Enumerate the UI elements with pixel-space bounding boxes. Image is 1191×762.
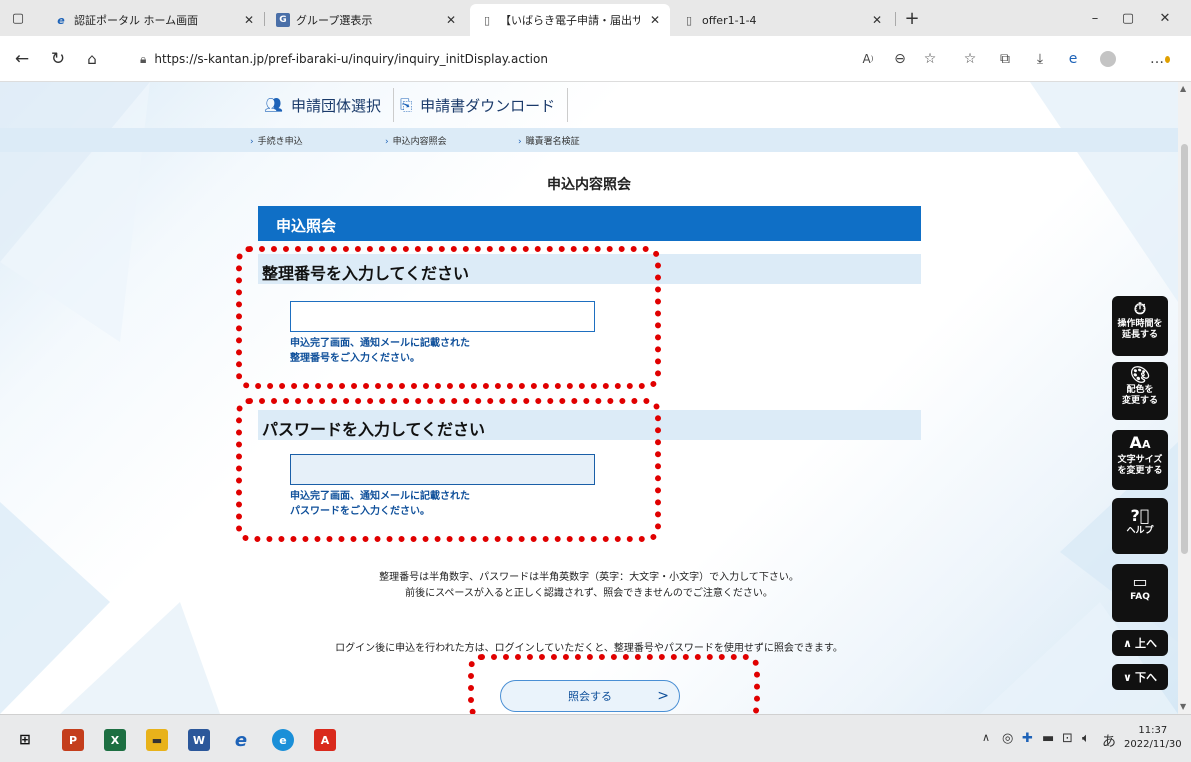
powerpoint-icon[interactable]: P: [62, 729, 84, 751]
close-tab-icon[interactable]: ✕: [872, 13, 882, 27]
down-icon: ∨: [1123, 670, 1132, 684]
favorites-icon[interactable]: ☆: [960, 49, 980, 69]
close-tab-icon[interactable]: ✕: [650, 13, 660, 27]
page-title: 申込内容照会: [547, 177, 631, 193]
zoom-icon[interactable]: ⊖: [890, 49, 910, 69]
tab-inquiry-active[interactable]: ▯ 【いばらき電子申請・届出サービス】申 ✕: [470, 4, 670, 36]
faq-button[interactable]: ▭ FAQ: [1112, 564, 1168, 622]
ime-indicator[interactable]: あ: [1102, 731, 1116, 751]
change-font-size-button[interactable]: AA 文字サイズ を変更する: [1112, 430, 1168, 490]
more-menu-icon[interactable]: …: [1150, 49, 1170, 69]
page-scrollbar[interactable]: ▲ ▼: [1178, 82, 1191, 714]
space-warning-note: 前後にスペースが入ると正しく認識されず、照会できませんのでご注意ください。: [405, 588, 773, 599]
volume-icon[interactable]: 🔈︎: [1082, 731, 1090, 746]
nav-select-organization[interactable]: 👥︎ 申請団体選択: [258, 88, 393, 122]
chevron-right-icon: ›: [385, 137, 389, 147]
highlight-box-password: [236, 398, 661, 542]
group-icon: 👥︎: [264, 96, 284, 114]
read-aloud-icon[interactable]: A): [858, 49, 878, 69]
chevron-right-icon: ›: [250, 137, 254, 147]
page-icon: ▯: [685, 13, 693, 27]
tray-app-icon[interactable]: ◎: [1002, 731, 1013, 746]
nav-label: 申請団体選択: [291, 96, 382, 115]
download-doc-icon: ⎘: [400, 96, 413, 114]
tab-title: 認証ポータル ホーム画面: [74, 14, 199, 27]
word-icon[interactable]: W: [188, 729, 210, 751]
panel-header: 申込照会: [258, 206, 921, 241]
help-button[interactable]: ?⃝ ヘルプ: [1112, 498, 1168, 554]
g-favicon-icon: G: [276, 13, 290, 27]
sub-nav: › 手続き申込 › 申込内容照会 › 職責署名検証: [0, 128, 1178, 152]
battery-icon[interactable]: ▬: [1042, 731, 1054, 746]
subnav-inquiry[interactable]: › 申込内容照会: [385, 134, 447, 147]
page-icon: ▯: [483, 13, 491, 27]
up-icon: ∧: [1123, 636, 1132, 650]
profile-avatar[interactable]: [1098, 49, 1118, 69]
new-tab-button[interactable]: +: [902, 8, 922, 29]
nav-download-forms[interactable]: ⎘ 申請書ダウンロード: [394, 88, 567, 122]
collections-icon[interactable]: ⧉: [995, 49, 1015, 69]
highlight-box-reference: [236, 246, 661, 389]
tab-offer[interactable]: ▯ offer1-1-4 ✕: [672, 4, 892, 36]
lock-icon: 🔒︎: [140, 51, 147, 66]
scroll-down-button[interactable]: ∨ 下へ: [1112, 664, 1168, 690]
tray-overflow-icon[interactable]: ∧: [982, 731, 990, 744]
scroll-down-arrow-icon[interactable]: ▼: [1180, 702, 1186, 711]
highlight-box-submit: [468, 654, 760, 714]
site-top-nav: 👥︎ 申請団体選択 ⎘ 申請書ダウンロード: [258, 88, 569, 122]
tab-title: 【いばらき電子申請・届出サービス】申: [500, 14, 640, 27]
refresh-icon[interactable]: ↻: [48, 49, 68, 69]
taskbar-clock[interactable]: 11:37 2022/11/30: [1124, 724, 1182, 752]
chevron-right-icon: ›: [518, 137, 522, 147]
internet-explorer-icon[interactable]: e: [230, 729, 252, 751]
url-field[interactable]: 🔒︎ https://s-kantan.jp/pref-ibaraki-u/in…: [140, 44, 920, 74]
edge-browser-icon[interactable]: e: [272, 729, 294, 751]
help-icon: ?⃝: [1130, 506, 1150, 525]
downloads-icon[interactable]: ⤓: [1030, 49, 1050, 69]
clock-date: 2022/11/30: [1124, 739, 1182, 750]
tray-security-icon[interactable]: ✚: [1022, 731, 1033, 746]
restore-icon[interactable]: ▢: [1118, 8, 1138, 28]
close-tab-icon[interactable]: ✕: [244, 13, 254, 27]
edge-extension-icon[interactable]: e: [1063, 49, 1083, 69]
page-viewport: 👥︎ 申請団体選択 ⎘ 申請書ダウンロード › 手続き申込 › 申込内容照会 › 職責…: [0, 82, 1178, 714]
extend-session-button[interactable]: ⏱︎ 操作時間を 延長する: [1112, 296, 1168, 356]
login-note: ログイン後に申込を行われた方は、ログインしていただくと、整理番号やパスワードを使…: [335, 643, 843, 654]
back-icon[interactable]: ←: [12, 49, 32, 69]
windows-taskbar: ⊞ P X ▬ W e e A ∧ ◎ ✚ ▬ ⊡ 🔈︎ あ 11:37 202…: [0, 714, 1191, 762]
close-window-icon[interactable]: ✕: [1155, 8, 1175, 28]
home-icon[interactable]: ⌂: [82, 49, 102, 69]
file-explorer-icon[interactable]: ▬: [146, 729, 168, 751]
url-text: https://s-kantan.jp/pref-ibaraki-u/inqui…: [154, 52, 548, 66]
browser-tab-bar: ▢ e 認証ポータル ホーム画面 ✕ G グループ選表示 ✕ ▯ 【いばらき電子…: [0, 0, 1191, 36]
nav-label: 申請書ダウンロード: [420, 96, 556, 115]
font-size-icon: AA: [1129, 433, 1151, 452]
tab-portal-home[interactable]: e 認証ポータル ホーム画面 ✕: [44, 4, 264, 36]
faq-icon: ▭: [1132, 572, 1148, 591]
tab-title: グループ選表示: [296, 14, 373, 27]
palette-icon: 🎨︎: [1129, 365, 1151, 384]
acrobat-icon[interactable]: A: [314, 729, 336, 751]
excel-icon[interactable]: X: [104, 729, 126, 751]
favorite-add-icon[interactable]: ☆: [920, 49, 940, 69]
input-format-note: 整理番号は半角数字、パスワードは半角英数字（英字：大文字・小文字）で入力して下さ…: [379, 572, 799, 583]
clock-time: 11:37: [1138, 725, 1168, 736]
scrollbar-thumb[interactable]: [1181, 144, 1188, 554]
address-toolbar: ← ↻ ⌂ 🔒︎ https://s-kantan.jp/pref-ibarak…: [0, 36, 1191, 82]
network-icon[interactable]: ⊡: [1062, 731, 1073, 746]
subnav-signature-verify[interactable]: › 職責署名検証: [518, 134, 580, 147]
change-color-button[interactable]: 🎨︎ 配色を 変更する: [1112, 362, 1168, 420]
windows-start-icon[interactable]: ⊞: [14, 729, 36, 751]
tab-title: offer1-1-4: [702, 13, 757, 27]
scroll-up-button[interactable]: ∧ 上へ: [1112, 630, 1168, 656]
minimize-icon[interactable]: –: [1085, 8, 1105, 28]
stopwatch-icon: ⏱︎: [1133, 299, 1147, 318]
edge-ie-icon: e: [57, 13, 65, 27]
scroll-up-arrow-icon[interactable]: ▲: [1180, 84, 1186, 93]
tab-actions-icon[interactable]: ▢: [8, 8, 28, 28]
close-tab-icon[interactable]: ✕: [446, 13, 456, 27]
subnav-apply[interactable]: › 手続き申込: [250, 134, 303, 147]
tab-group-list[interactable]: G グループ選表示 ✕: [266, 4, 466, 36]
